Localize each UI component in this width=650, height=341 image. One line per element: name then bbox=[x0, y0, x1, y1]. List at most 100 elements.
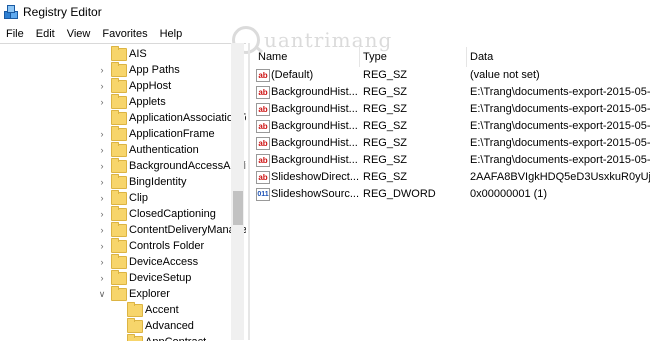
collapse-chevron-icon[interactable]: ∨ bbox=[97, 286, 107, 302]
binary-value-icon: 011 bbox=[256, 188, 270, 201]
value-row[interactable]: ab BackgroundHist... REG_SZ E:\Trang\docume… bbox=[252, 84, 650, 100]
menu-edit[interactable]: Edit bbox=[30, 28, 61, 40]
registry-key-tree: AIS › App Paths › AppHost › Applets Application… bbox=[0, 43, 246, 341]
expand-chevron-icon[interactable]: › bbox=[97, 174, 107, 190]
expand-chevron-icon[interactable]: › bbox=[97, 238, 107, 254]
folder-icon bbox=[111, 46, 127, 61]
tree-item-label: AIS bbox=[129, 48, 147, 60]
value-row[interactable]: ab BackgroundHist... REG_SZ E:\Trang\docume… bbox=[252, 101, 650, 117]
tree-item[interactable]: › DeviceSetup bbox=[0, 270, 232, 286]
tree-item[interactable]: › Applets bbox=[0, 94, 232, 110]
registry-editor-icon bbox=[4, 5, 18, 19]
tree-item[interactable]: › ContentDeliveryManager bbox=[0, 222, 246, 238]
column-header-name[interactable]: Name bbox=[258, 47, 287, 67]
tree-item-label: Accent bbox=[145, 304, 179, 316]
tree-item-label: DeviceAccess bbox=[129, 256, 199, 268]
expand-chevron-icon[interactable]: › bbox=[97, 270, 107, 286]
value-row[interactable]: 011 SlideshowSourc... REG_DWORD 0x00000001 … bbox=[252, 186, 650, 202]
registry-values-list: Name Type Data ab (Default) REG_SZ (value n… bbox=[252, 43, 650, 340]
expand-chevron-icon[interactable]: › bbox=[97, 190, 107, 206]
value-row[interactable]: ab BackgroundHist... REG_SZ E:\Trang\docume… bbox=[252, 135, 650, 151]
value-name: BackgroundHist... bbox=[271, 86, 358, 98]
tree-item[interactable]: › App Paths bbox=[0, 62, 232, 78]
menu-favorites[interactable]: Favorites bbox=[96, 28, 153, 40]
folder-icon bbox=[111, 94, 127, 109]
tree-item[interactable]: › AppHost bbox=[0, 78, 232, 94]
tree-item-label: ContentDeliveryManager bbox=[129, 224, 246, 236]
tree-item-label: DeviceSetup bbox=[129, 272, 192, 284]
value-type: REG_SZ bbox=[363, 103, 408, 115]
folder-icon bbox=[111, 62, 127, 77]
tree-item[interactable]: › Controls Folder bbox=[0, 238, 232, 254]
value-data: 2AAFA8BVIgkHDQ5eD3UsxkuR0yUjVDO bbox=[470, 171, 650, 183]
value-name: BackgroundHist... bbox=[271, 120, 358, 132]
tree-item[interactable]: › ClosedCaptioning bbox=[0, 206, 232, 222]
expand-chevron-icon[interactable]: › bbox=[97, 142, 107, 158]
menu-file[interactable]: File bbox=[0, 28, 30, 40]
tree-item[interactable]: › Authentication bbox=[0, 142, 232, 158]
folder-icon bbox=[111, 126, 127, 141]
tree-item-label: App Paths bbox=[129, 64, 180, 76]
tree-item[interactable]: › Clip bbox=[0, 190, 232, 206]
folder-icon bbox=[111, 206, 127, 221]
folder-icon bbox=[127, 302, 143, 317]
menu-help[interactable]: Help bbox=[154, 28, 189, 40]
tree-item-label: Applets bbox=[129, 96, 166, 108]
tree-item[interactable]: AIS bbox=[0, 46, 232, 62]
value-row[interactable]: ab BackgroundHist... REG_SZ E:\Trang\docume… bbox=[252, 152, 650, 168]
value-name: SlideshowDirect... bbox=[271, 171, 360, 183]
expand-chevron-icon[interactable]: › bbox=[97, 158, 107, 174]
expand-chevron-icon[interactable]: › bbox=[97, 126, 107, 142]
tree-item-label: Advanced bbox=[145, 320, 194, 332]
value-name: (Default) bbox=[271, 69, 314, 81]
string-value-icon: ab bbox=[256, 120, 270, 133]
tree-item[interactable]: ApplicationAssociationToasts bbox=[0, 110, 246, 126]
column-header-type[interactable]: Type bbox=[363, 47, 387, 67]
tree-vertical-scrollbar[interactable] bbox=[231, 43, 244, 340]
column-header-data[interactable]: Data bbox=[470, 47, 493, 67]
expand-chevron-icon[interactable]: › bbox=[97, 78, 107, 94]
folder-icon bbox=[111, 222, 127, 237]
pane-splitter[interactable] bbox=[248, 43, 250, 340]
tree-item[interactable]: › DeviceAccess bbox=[0, 254, 232, 270]
expand-chevron-icon[interactable]: › bbox=[97, 222, 107, 238]
tree-item[interactable]: › ApplicationFrame bbox=[0, 126, 232, 142]
menu-view[interactable]: View bbox=[61, 28, 97, 40]
tree-item-label: Controls Folder bbox=[129, 240, 205, 252]
folder-icon bbox=[111, 110, 127, 125]
tree-item[interactable]: ∨ Explorer bbox=[0, 286, 232, 302]
folder-icon bbox=[111, 286, 127, 301]
tree-item[interactable]: Accent bbox=[0, 302, 232, 318]
value-type: REG_SZ bbox=[363, 69, 408, 81]
expand-chevron-icon[interactable]: › bbox=[97, 254, 107, 270]
value-data: 0x00000001 (1) bbox=[470, 188, 548, 200]
title-bar: Registry Editor bbox=[0, 0, 650, 24]
column-separator[interactable] bbox=[359, 47, 360, 67]
value-data: E:\Trang\documents-export-2015-05-1 bbox=[470, 137, 650, 149]
string-value-icon: ab bbox=[256, 69, 270, 82]
expand-chevron-icon[interactable]: › bbox=[97, 206, 107, 222]
value-row[interactable]: ab SlideshowDirect... REG_SZ 2AAFA8BVIgkHDQ… bbox=[252, 169, 650, 185]
tree-item-label: AppHost bbox=[129, 80, 172, 92]
folder-icon bbox=[111, 270, 127, 285]
value-type: REG_SZ bbox=[363, 171, 408, 183]
column-separator[interactable] bbox=[466, 47, 467, 67]
folder-icon bbox=[111, 158, 127, 173]
tree-item[interactable]: › BingIdentity bbox=[0, 174, 232, 190]
value-type: REG_SZ bbox=[363, 120, 408, 132]
value-data: E:\Trang\documents-export-2015-05-1 bbox=[470, 103, 650, 115]
string-value-icon: ab bbox=[256, 171, 270, 184]
folder-icon bbox=[127, 318, 143, 333]
tree-item-label: BackgroundAccessApplications bbox=[129, 160, 246, 172]
tree-item[interactable]: Advanced bbox=[0, 318, 232, 334]
value-type: REG_DWORD bbox=[363, 188, 436, 200]
tree-item[interactable]: › BackgroundAccessApplications bbox=[0, 158, 246, 174]
scrollbar-thumb[interactable] bbox=[233, 191, 243, 225]
value-data: E:\Trang\documents-export-2015-05-1 bbox=[470, 154, 650, 166]
value-row[interactable]: ab (Default) REG_SZ (value not set) bbox=[252, 67, 650, 83]
tree-item-label: ClosedCaptioning bbox=[129, 208, 216, 220]
value-row[interactable]: ab BackgroundHist... REG_SZ E:\Trang\docume… bbox=[252, 118, 650, 134]
expand-chevron-icon[interactable]: › bbox=[97, 62, 107, 78]
expand-chevron-icon[interactable]: › bbox=[97, 94, 107, 110]
value-type: REG_SZ bbox=[363, 137, 408, 149]
